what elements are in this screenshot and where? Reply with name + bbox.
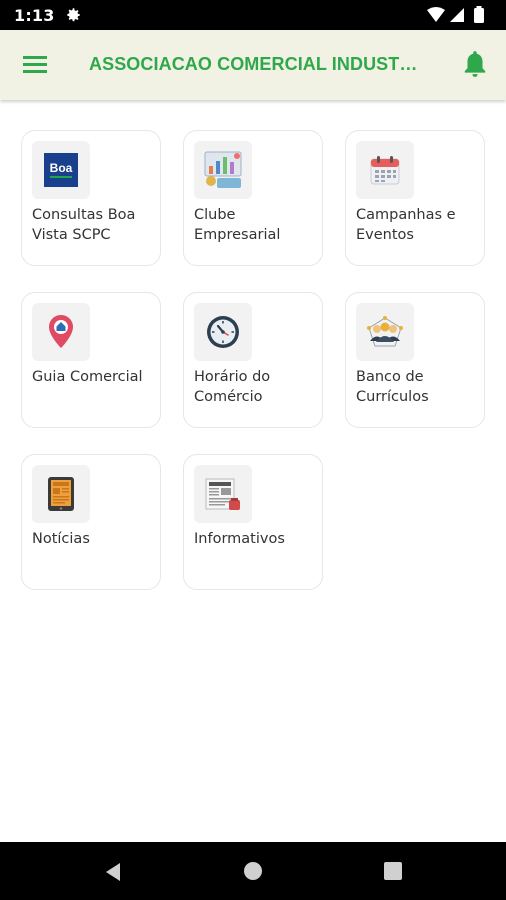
newspaper-icon — [194, 465, 252, 523]
home-circle-icon[interactable] — [244, 862, 262, 880]
tile-horario-comercio[interactable]: Horário do Comércio — [183, 292, 323, 428]
calendar-icon — [356, 141, 414, 199]
boa-vista-logo-icon: Boa — [32, 141, 90, 199]
battery-icon — [474, 8, 484, 23]
tile-label: Banco de Currículos — [356, 369, 429, 405]
tablet-news-icon — [32, 465, 90, 523]
settings-gear-icon — [64, 6, 82, 29]
wifi-icon — [427, 7, 445, 22]
navigation-bar — [0, 842, 506, 900]
tile-label: Informativos — [194, 531, 285, 547]
tile-label: Campanhas e Eventos — [356, 207, 456, 243]
tile-noticias[interactable]: Notícias — [21, 454, 161, 590]
map-pin-icon — [32, 303, 90, 361]
app-title: ASSOCIACAO COMERCIAL INDUSTRIAL — [89, 54, 419, 74]
boa-logo-text: Boa — [50, 161, 73, 175]
signal-icon — [450, 8, 464, 22]
notifications-button[interactable] — [462, 49, 488, 79]
status-indicators — [426, 6, 492, 29]
business-club-icon — [194, 141, 252, 199]
back-triangle-icon[interactable] — [104, 862, 122, 882]
tile-label: Consultas Boa Vista SCPC — [32, 207, 136, 243]
status-time: 1:13 — [14, 6, 55, 25]
tile-campanhas-eventos[interactable]: Campanhas e Eventos — [345, 130, 485, 266]
hamburger-icon — [23, 56, 47, 73]
tile-consultas-boa-vista[interactable]: Boa Consultas Boa Vista SCPC — [21, 130, 161, 266]
tile-label: Horário do Comércio — [194, 369, 271, 405]
bell-icon — [464, 51, 486, 77]
tile-label: Notícias — [32, 531, 90, 547]
tile-label: Clube Empresarial — [194, 207, 281, 243]
tile-label: Guia Comercial — [32, 369, 143, 385]
people-network-icon — [356, 303, 414, 361]
recents-square-icon[interactable] — [384, 862, 402, 880]
tile-informativos[interactable]: Informativos — [183, 454, 323, 590]
tile-guia-comercial[interactable]: Guia Comercial — [21, 292, 161, 428]
tile-banco-curriculos[interactable]: Banco de Currículos — [345, 292, 485, 428]
clock-icon — [194, 303, 252, 361]
menu-button[interactable] — [20, 50, 52, 80]
status-bar: 1:13 — [0, 0, 506, 30]
tile-clube-empresarial[interactable]: Clube Empresarial — [183, 130, 323, 266]
app-bar: ASSOCIACAO COMERCIAL INDUSTRIAL — [0, 30, 506, 100]
